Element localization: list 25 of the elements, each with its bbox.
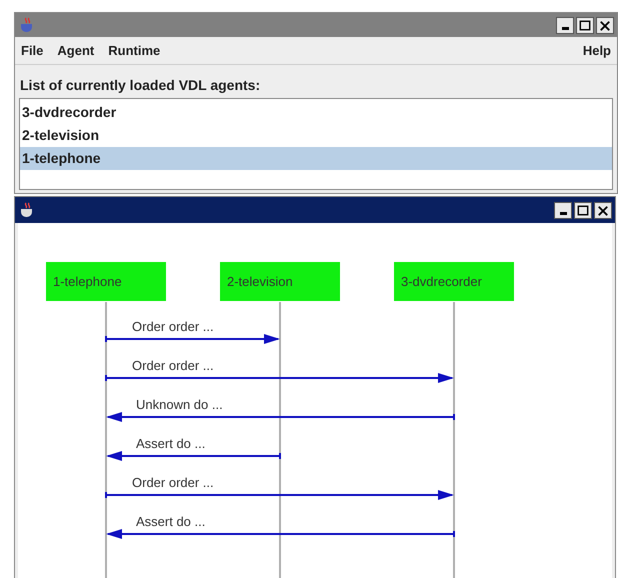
participant-label: 1-telephone: [53, 274, 122, 289]
close-button[interactable]: [596, 16, 614, 34]
message-label: Assert do ...: [136, 514, 206, 529]
maximize-button[interactable]: [574, 202, 592, 218]
minimize-icon: [562, 26, 568, 30]
message-label: Order order ...: [132, 319, 214, 334]
minimize-icon: [560, 212, 566, 214]
message-label: Order order ...: [132, 358, 214, 373]
maximize-button[interactable]: [576, 16, 594, 34]
list-label: List of currently loaded VDL agents:: [19, 76, 262, 95]
participant-label: 2-television: [227, 274, 293, 289]
message-label: Unknown do ...: [136, 397, 223, 412]
participant-label: 3-dvdrecorder: [401, 274, 482, 289]
maximize-icon: [577, 18, 593, 32]
maximize-icon: [575, 202, 591, 218]
close-button[interactable]: [594, 202, 612, 218]
menu-item[interactable]: Agent: [57, 40, 94, 60]
message-label: Assert do ...: [136, 436, 206, 451]
menu-item[interactable]: Help: [582, 40, 611, 60]
agent-list-item[interactable]: 1-telephone: [20, 147, 612, 170]
message-label: Order order ...: [132, 475, 214, 490]
menu-item[interactable]: Runtime: [108, 40, 160, 60]
menu-item[interactable]: File: [21, 40, 44, 60]
minimize-button[interactable]: [556, 16, 574, 34]
minimize-button[interactable]: [554, 202, 572, 218]
